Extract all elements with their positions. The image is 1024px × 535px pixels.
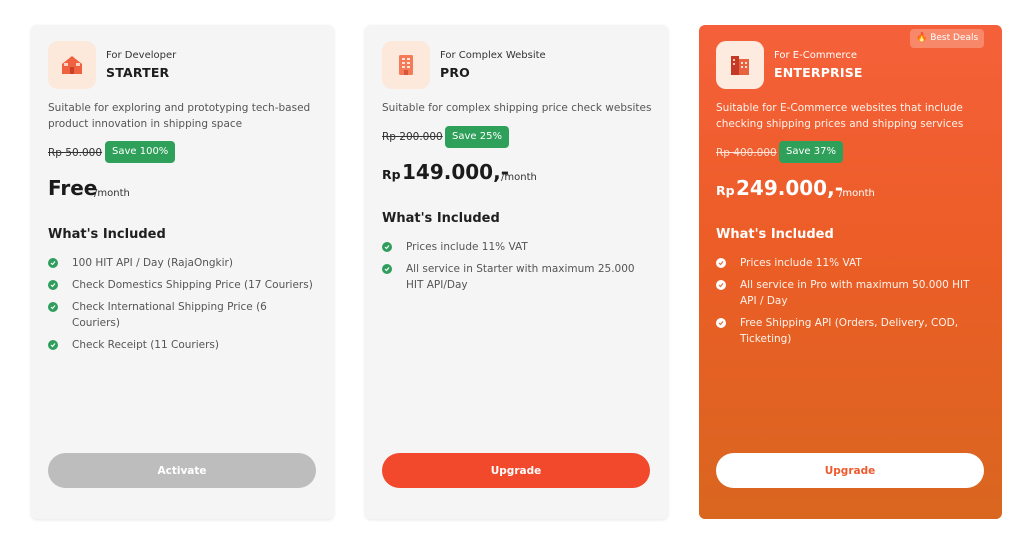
check-icon bbox=[48, 258, 58, 268]
fire-icon: 🔥 bbox=[916, 33, 928, 43]
feature-item: Check Domestics Shipping Price (17 Couri… bbox=[48, 277, 318, 293]
best-deals-badge: 🔥 Best Deals bbox=[910, 29, 985, 48]
check-icon bbox=[48, 340, 58, 350]
plan-name: STARTER bbox=[106, 65, 170, 80]
included-title: What's Included bbox=[716, 227, 834, 242]
save-badge: Save 25% bbox=[445, 126, 509, 148]
plan-card-starter: For Developer STARTER Suitable for explo… bbox=[31, 25, 334, 519]
feature-list: Prices include 11% VAT All service in St… bbox=[382, 239, 652, 299]
feature-list: Prices include 11% VAT All service in Pr… bbox=[716, 255, 986, 353]
plan-card-enterprise: 🔥 Best Deals For E-Commerce ENTERPRISE Su… bbox=[699, 25, 1002, 519]
feature-list: 100 HIT API / Day (RajaOngkir) Check Dom… bbox=[48, 255, 318, 359]
save-badge: Save 37% bbox=[779, 141, 843, 163]
price-currency: Rp bbox=[716, 183, 735, 198]
feature-item: Free Shipping API (Orders, Delivery, COD… bbox=[716, 315, 986, 347]
plan-card-pro: For Complex Website PRO Suitable for com… bbox=[365, 25, 668, 519]
check-icon bbox=[382, 242, 392, 252]
plan-description: Suitable for exploring and prototyping t… bbox=[48, 102, 311, 130]
plan-name: PRO bbox=[440, 65, 471, 80]
price-period: /month bbox=[501, 172, 537, 183]
price-currency: Rp bbox=[382, 167, 401, 182]
office-tower-icon bbox=[716, 41, 764, 89]
price: Free bbox=[48, 176, 98, 200]
feature-item: Prices include 11% VAT bbox=[716, 255, 986, 271]
activate-button[interactable]: Activate bbox=[48, 453, 316, 488]
save-badge: Save 100% bbox=[105, 141, 176, 163]
feature-item: Check International Shipping Price (6 Co… bbox=[48, 299, 318, 331]
check-icon bbox=[382, 264, 392, 274]
check-icon bbox=[48, 302, 58, 312]
price: 149.000,- bbox=[402, 160, 509, 184]
check-icon bbox=[716, 280, 726, 290]
price: 249.000,- bbox=[736, 176, 843, 200]
included-title: What's Included bbox=[48, 227, 166, 242]
price-period: /month bbox=[839, 188, 875, 199]
price-period: /month bbox=[94, 188, 130, 199]
check-icon bbox=[716, 318, 726, 328]
plan-tagline: For Complex Website bbox=[440, 50, 546, 61]
feature-item: All service in Starter with maximum 25.0… bbox=[382, 261, 652, 293]
feature-item: All service in Pro with maximum 50.000 H… bbox=[716, 277, 986, 309]
old-price: Rp 50.000 bbox=[48, 147, 103, 159]
plan-tagline: For E-Commerce bbox=[774, 50, 858, 61]
house-icon bbox=[48, 41, 96, 89]
upgrade-pro-button[interactable]: Upgrade bbox=[382, 453, 650, 488]
plan-description: Suitable for E-Commerce websites that in… bbox=[716, 102, 964, 130]
old-price: Rp 200.000 bbox=[382, 131, 443, 143]
building-icon bbox=[382, 41, 430, 89]
check-icon bbox=[716, 258, 726, 268]
plan-tagline: For Developer bbox=[106, 50, 177, 61]
upgrade-enterprise-button[interactable]: Upgrade bbox=[716, 453, 984, 488]
feature-item: 100 HIT API / Day (RajaOngkir) bbox=[48, 255, 318, 271]
plan-description: Suitable for complex shipping price chec… bbox=[382, 102, 652, 114]
feature-item: Prices include 11% VAT bbox=[382, 239, 652, 255]
feature-item: Check Receipt (11 Couriers) bbox=[48, 337, 318, 353]
check-icon bbox=[48, 280, 58, 290]
included-title: What's Included bbox=[382, 211, 500, 226]
old-price: Rp 400.000 bbox=[716, 147, 777, 159]
plan-name: ENTERPRISE bbox=[774, 65, 863, 80]
